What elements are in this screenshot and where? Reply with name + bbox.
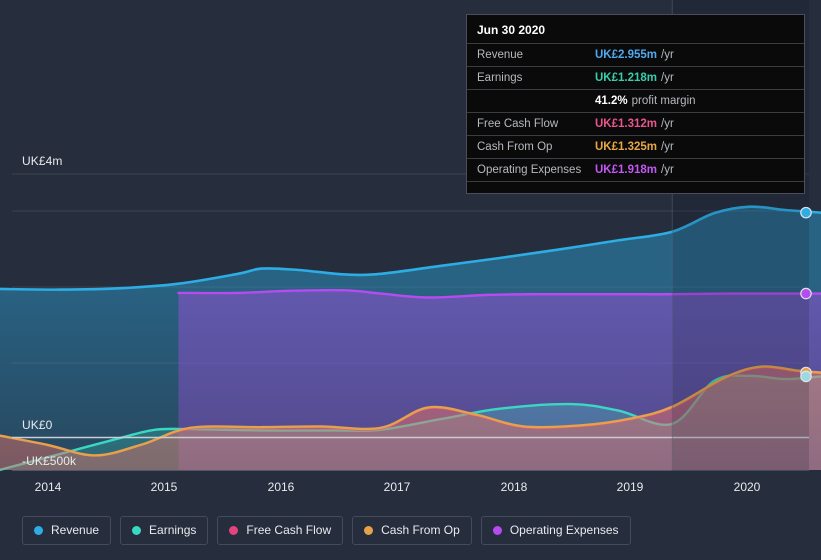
x-axis-tick-label: 2016	[267, 480, 295, 494]
tooltip-row-value: UK£1.325m	[595, 141, 658, 153]
tooltip-row-unit: /yr	[661, 118, 674, 130]
tooltip-row-label: Revenue	[477, 49, 524, 61]
legend-item-label: Free Cash Flow	[246, 523, 332, 537]
tooltip-row-value: UK£1.312m	[595, 118, 658, 130]
tooltip-row: Free Cash Flow UK£1.312m/yr	[467, 112, 804, 135]
x-axis-tick-label: 2018	[500, 480, 528, 494]
tooltip-row-value: UK£1.918m	[595, 164, 658, 176]
tooltip-row-label: Cash From Op	[477, 141, 553, 153]
legend-item-revenue[interactable]: Revenue	[22, 515, 112, 545]
tooltip-row-label: Earnings	[477, 72, 523, 84]
tooltip-row-unit: /yr	[661, 164, 674, 176]
legend-item-operating-expenses[interactable]: Operating Expenses	[480, 515, 631, 545]
x-axis-tick-label: 2019	[616, 480, 644, 494]
legend-item-label: Revenue	[51, 523, 100, 537]
y-axis-tick-label: UK£0	[22, 418, 53, 432]
financial-chart-widget: UK£4m UK£0 -UK£500k 2014 2015 2016 2017 2018 20…	[0, 0, 821, 560]
legend-color-dot-icon	[364, 525, 374, 535]
legend-item-free-cash-flow[interactable]: Free Cash Flow	[217, 515, 344, 545]
tooltip-row-unit: /yr	[661, 141, 674, 153]
tooltip-row: Operating Expenses UK£1.918m/yr	[467, 158, 804, 181]
legend-item-label: Operating Expenses	[509, 523, 619, 537]
y-axis-tick-label: -UK£500k	[22, 454, 77, 468]
tooltip-row-value: UK£1.218m	[595, 72, 658, 84]
tooltip-row: Cash From Op UK£1.325m/yr	[467, 135, 804, 158]
data-tooltip: Jun 30 2020 Revenue UK£2.955m/yr Earnings U…	[466, 14, 805, 194]
chart-legend: Revenue Earnings Free Cash Flow Cash From O…	[0, 506, 821, 554]
x-axis-tick-label: 2015	[150, 480, 178, 494]
tooltip-row-label: Operating Expenses	[477, 164, 582, 176]
tooltip-title: Jun 30 2020	[477, 23, 546, 37]
tooltip-row-value: 41.2%	[595, 95, 628, 107]
tooltip-footer-rule	[467, 181, 804, 189]
x-axis-tick-label: 2014	[34, 480, 62, 494]
tooltip-row-unit: profit margin	[631, 95, 696, 107]
tooltip-row: Earnings UK£1.218m/yr	[467, 66, 804, 89]
x-axis-tick-label: 2020	[733, 480, 761, 494]
tooltip-row-unit: /yr	[661, 72, 674, 84]
legend-color-dot-icon	[34, 525, 43, 535]
tooltip-row: 41.2% profit margin	[467, 89, 804, 112]
x-axis-tick-label: 2017	[383, 480, 411, 494]
tooltip-row: Revenue UK£2.955m/yr	[467, 43, 804, 66]
legend-color-dot-icon	[229, 525, 239, 535]
tooltip-row-unit: /yr	[661, 49, 674, 61]
legend-item-earnings[interactable]: Earnings	[120, 515, 209, 545]
tooltip-row-value: UK£2.955m	[595, 49, 658, 61]
legend-item-cash-from-op[interactable]: Cash From Op	[352, 515, 472, 545]
legend-item-label: Earnings	[149, 523, 197, 537]
legend-color-dot-icon	[132, 525, 142, 535]
legend-item-label: Cash From Op	[381, 523, 460, 537]
legend-color-dot-icon	[492, 525, 502, 535]
tooltip-rows: Revenue UK£2.955m/yr Earnings UK£1.218m/yr 4…	[467, 43, 804, 181]
y-axis-tick-label: UK£4m	[22, 154, 63, 168]
tooltip-row-label: Free Cash Flow	[477, 118, 559, 130]
